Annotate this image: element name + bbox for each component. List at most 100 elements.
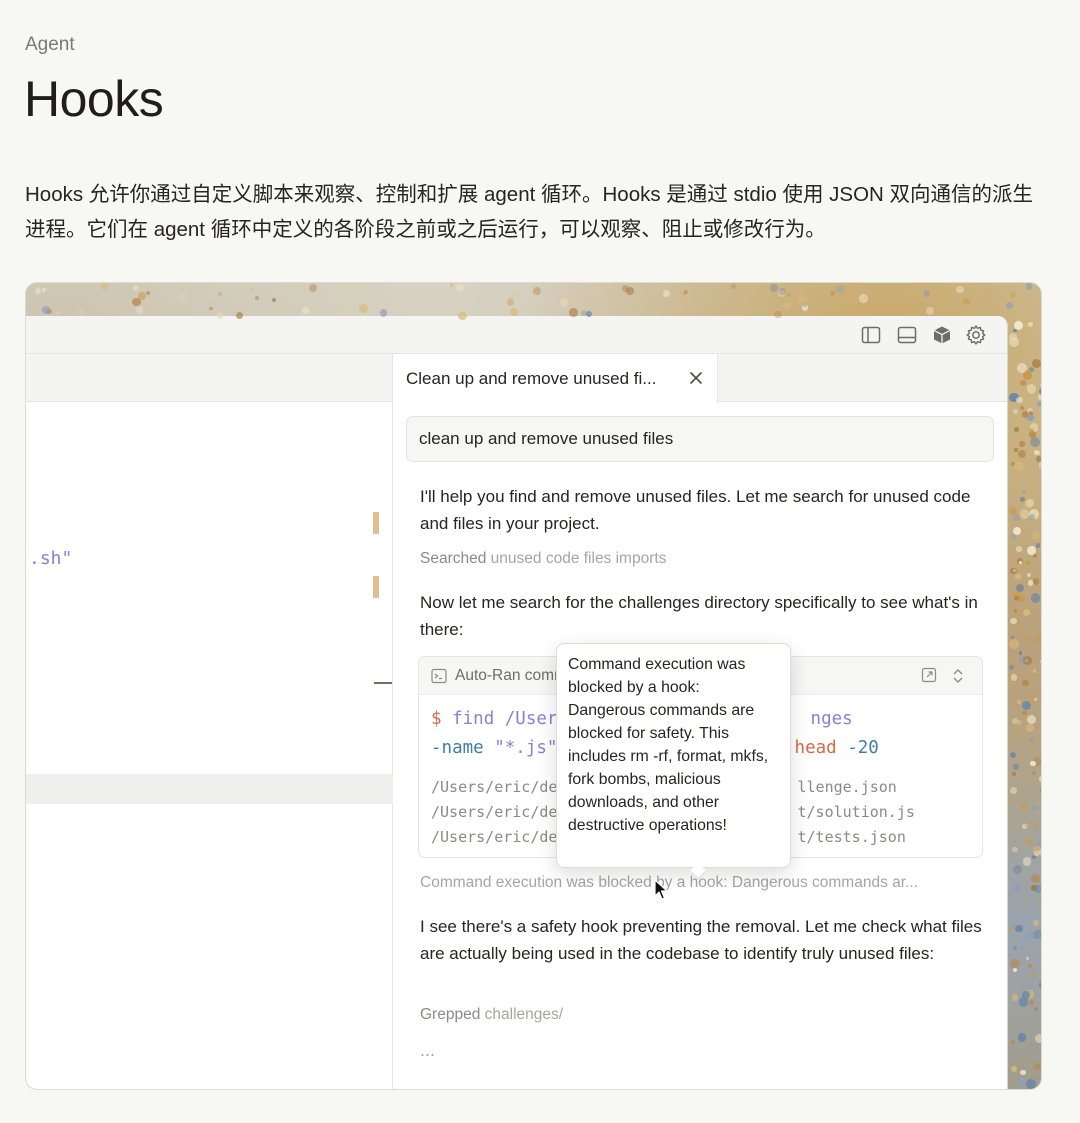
chat-tab[interactable]: Clean up and remove unused fi... bbox=[394, 354, 718, 403]
painting-speck bbox=[1039, 899, 1041, 905]
painting-speck bbox=[1033, 1062, 1041, 1070]
painting-speck bbox=[1017, 449, 1026, 458]
painting-speck bbox=[1014, 461, 1024, 472]
painting-speck bbox=[1031, 531, 1041, 540]
tool-call-detail: unused code files imports bbox=[490, 550, 667, 567]
painting-speck bbox=[1034, 1007, 1039, 1012]
terminal-flag: -name bbox=[431, 738, 484, 758]
painting-speck bbox=[1038, 979, 1041, 990]
screenshot-frame: .sh" Clean up and remove unused fi... cl… bbox=[25, 282, 1042, 1090]
tool-call-verb: Searched bbox=[420, 550, 487, 567]
painting-speck bbox=[1034, 823, 1039, 829]
editor-pane[interactable]: .sh" bbox=[26, 354, 393, 1089]
painting-speck bbox=[560, 298, 569, 307]
painting-speck bbox=[101, 283, 109, 291]
painting-speck bbox=[449, 283, 454, 287]
painting-speck bbox=[209, 306, 213, 311]
painting-speck bbox=[1029, 1000, 1034, 1005]
painting-speck bbox=[455, 283, 465, 292]
painting-speck bbox=[1033, 1029, 1038, 1033]
terminal-prompt: $ bbox=[431, 709, 442, 729]
painting-speck bbox=[1032, 805, 1037, 811]
painting-speck bbox=[1009, 786, 1018, 794]
painting-speck bbox=[1024, 637, 1029, 642]
painting-speck bbox=[569, 308, 578, 317]
painting-speck bbox=[302, 307, 310, 315]
close-icon[interactable] bbox=[685, 367, 707, 389]
painting-speck bbox=[1026, 572, 1032, 578]
painting-speck bbox=[1019, 405, 1024, 410]
page-title: Hooks bbox=[24, 71, 164, 127]
terminal-output-line-tail: t/solution.js bbox=[797, 803, 915, 821]
painting-speck bbox=[1020, 380, 1026, 386]
painting-speck bbox=[1015, 573, 1021, 580]
painting-speck bbox=[1033, 930, 1041, 939]
open-external-icon[interactable] bbox=[921, 667, 937, 688]
gear-icon[interactable] bbox=[965, 324, 987, 346]
painting-speck bbox=[1030, 437, 1040, 448]
painting-speck bbox=[925, 307, 934, 316]
painting-speck bbox=[254, 295, 260, 301]
painting-speck bbox=[42, 306, 50, 314]
title-bar bbox=[26, 316, 1007, 354]
painting-speck bbox=[836, 285, 845, 294]
painting-speck bbox=[1026, 714, 1037, 725]
painting-speck bbox=[1020, 803, 1028, 811]
painting-speck bbox=[1010, 958, 1020, 969]
painting-speck bbox=[1010, 674, 1018, 682]
sidebar-toggle-icon[interactable] bbox=[860, 324, 882, 346]
painting-speck bbox=[42, 288, 46, 292]
painting-speck bbox=[1013, 609, 1018, 613]
painting-speck bbox=[1034, 635, 1041, 646]
painting-speck bbox=[1019, 560, 1023, 564]
painting-speck bbox=[730, 283, 736, 289]
painting-speck bbox=[1025, 560, 1031, 566]
tool-call-searched[interactable]: Searched unused code files imports bbox=[420, 550, 666, 568]
painting-speck bbox=[1015, 584, 1024, 593]
painting-speck bbox=[682, 290, 687, 295]
painting-speck bbox=[1026, 957, 1030, 961]
painting-speck bbox=[271, 298, 276, 303]
painting-speck bbox=[1032, 972, 1037, 977]
painting-speck bbox=[1011, 993, 1019, 1001]
code-fragment: .sh" bbox=[29, 548, 73, 569]
painting-speck bbox=[1011, 1066, 1018, 1073]
painting-speck bbox=[1032, 578, 1039, 585]
painting-speck bbox=[1039, 387, 1041, 396]
painting-speck bbox=[1018, 946, 1025, 953]
painting-speck bbox=[786, 293, 791, 298]
cube-icon[interactable] bbox=[931, 324, 953, 346]
painting-speck bbox=[1013, 426, 1020, 432]
painting-speck bbox=[1022, 679, 1029, 687]
user-prompt-bubble[interactable]: clean up and remove unused files bbox=[406, 416, 994, 462]
painting-speck bbox=[1021, 710, 1027, 716]
tool-call-verb: Grepped bbox=[420, 1006, 481, 1023]
painting-speck bbox=[1013, 328, 1017, 333]
painting-speck bbox=[138, 292, 147, 300]
painting-speck bbox=[963, 297, 971, 305]
painting-speck bbox=[1020, 496, 1025, 502]
painting-speck bbox=[1010, 533, 1018, 541]
bottom-panel-icon[interactable] bbox=[896, 324, 918, 346]
painting-speck bbox=[924, 290, 931, 297]
painting-speck bbox=[663, 290, 671, 298]
painting-speck bbox=[1026, 1079, 1036, 1089]
editor-line-highlight bbox=[26, 774, 393, 804]
painting-speck bbox=[1035, 543, 1041, 548]
painting-speck bbox=[1032, 358, 1041, 368]
assistant-message: I'll help you find and remove unused fil… bbox=[420, 487, 971, 533]
expand-collapse-icon[interactable] bbox=[951, 667, 965, 690]
painting-speck bbox=[1022, 701, 1032, 711]
eyebrow-label: Agent bbox=[25, 34, 75, 55]
painting-speck bbox=[380, 309, 388, 317]
painting-speck bbox=[1025, 283, 1032, 290]
painting-speck bbox=[1012, 763, 1019, 770]
tool-call-grepped[interactable]: Grepped challenges/ bbox=[420, 1006, 563, 1024]
painting-speck bbox=[56, 311, 60, 315]
painting-speck bbox=[1027, 384, 1037, 394]
assistant-message: Now let me search for the challenges dir… bbox=[420, 593, 978, 639]
painting-speck bbox=[1012, 968, 1017, 972]
painting-speck bbox=[509, 307, 518, 316]
terminal-number: -20 bbox=[836, 738, 879, 758]
painting-speck bbox=[1026, 499, 1035, 507]
